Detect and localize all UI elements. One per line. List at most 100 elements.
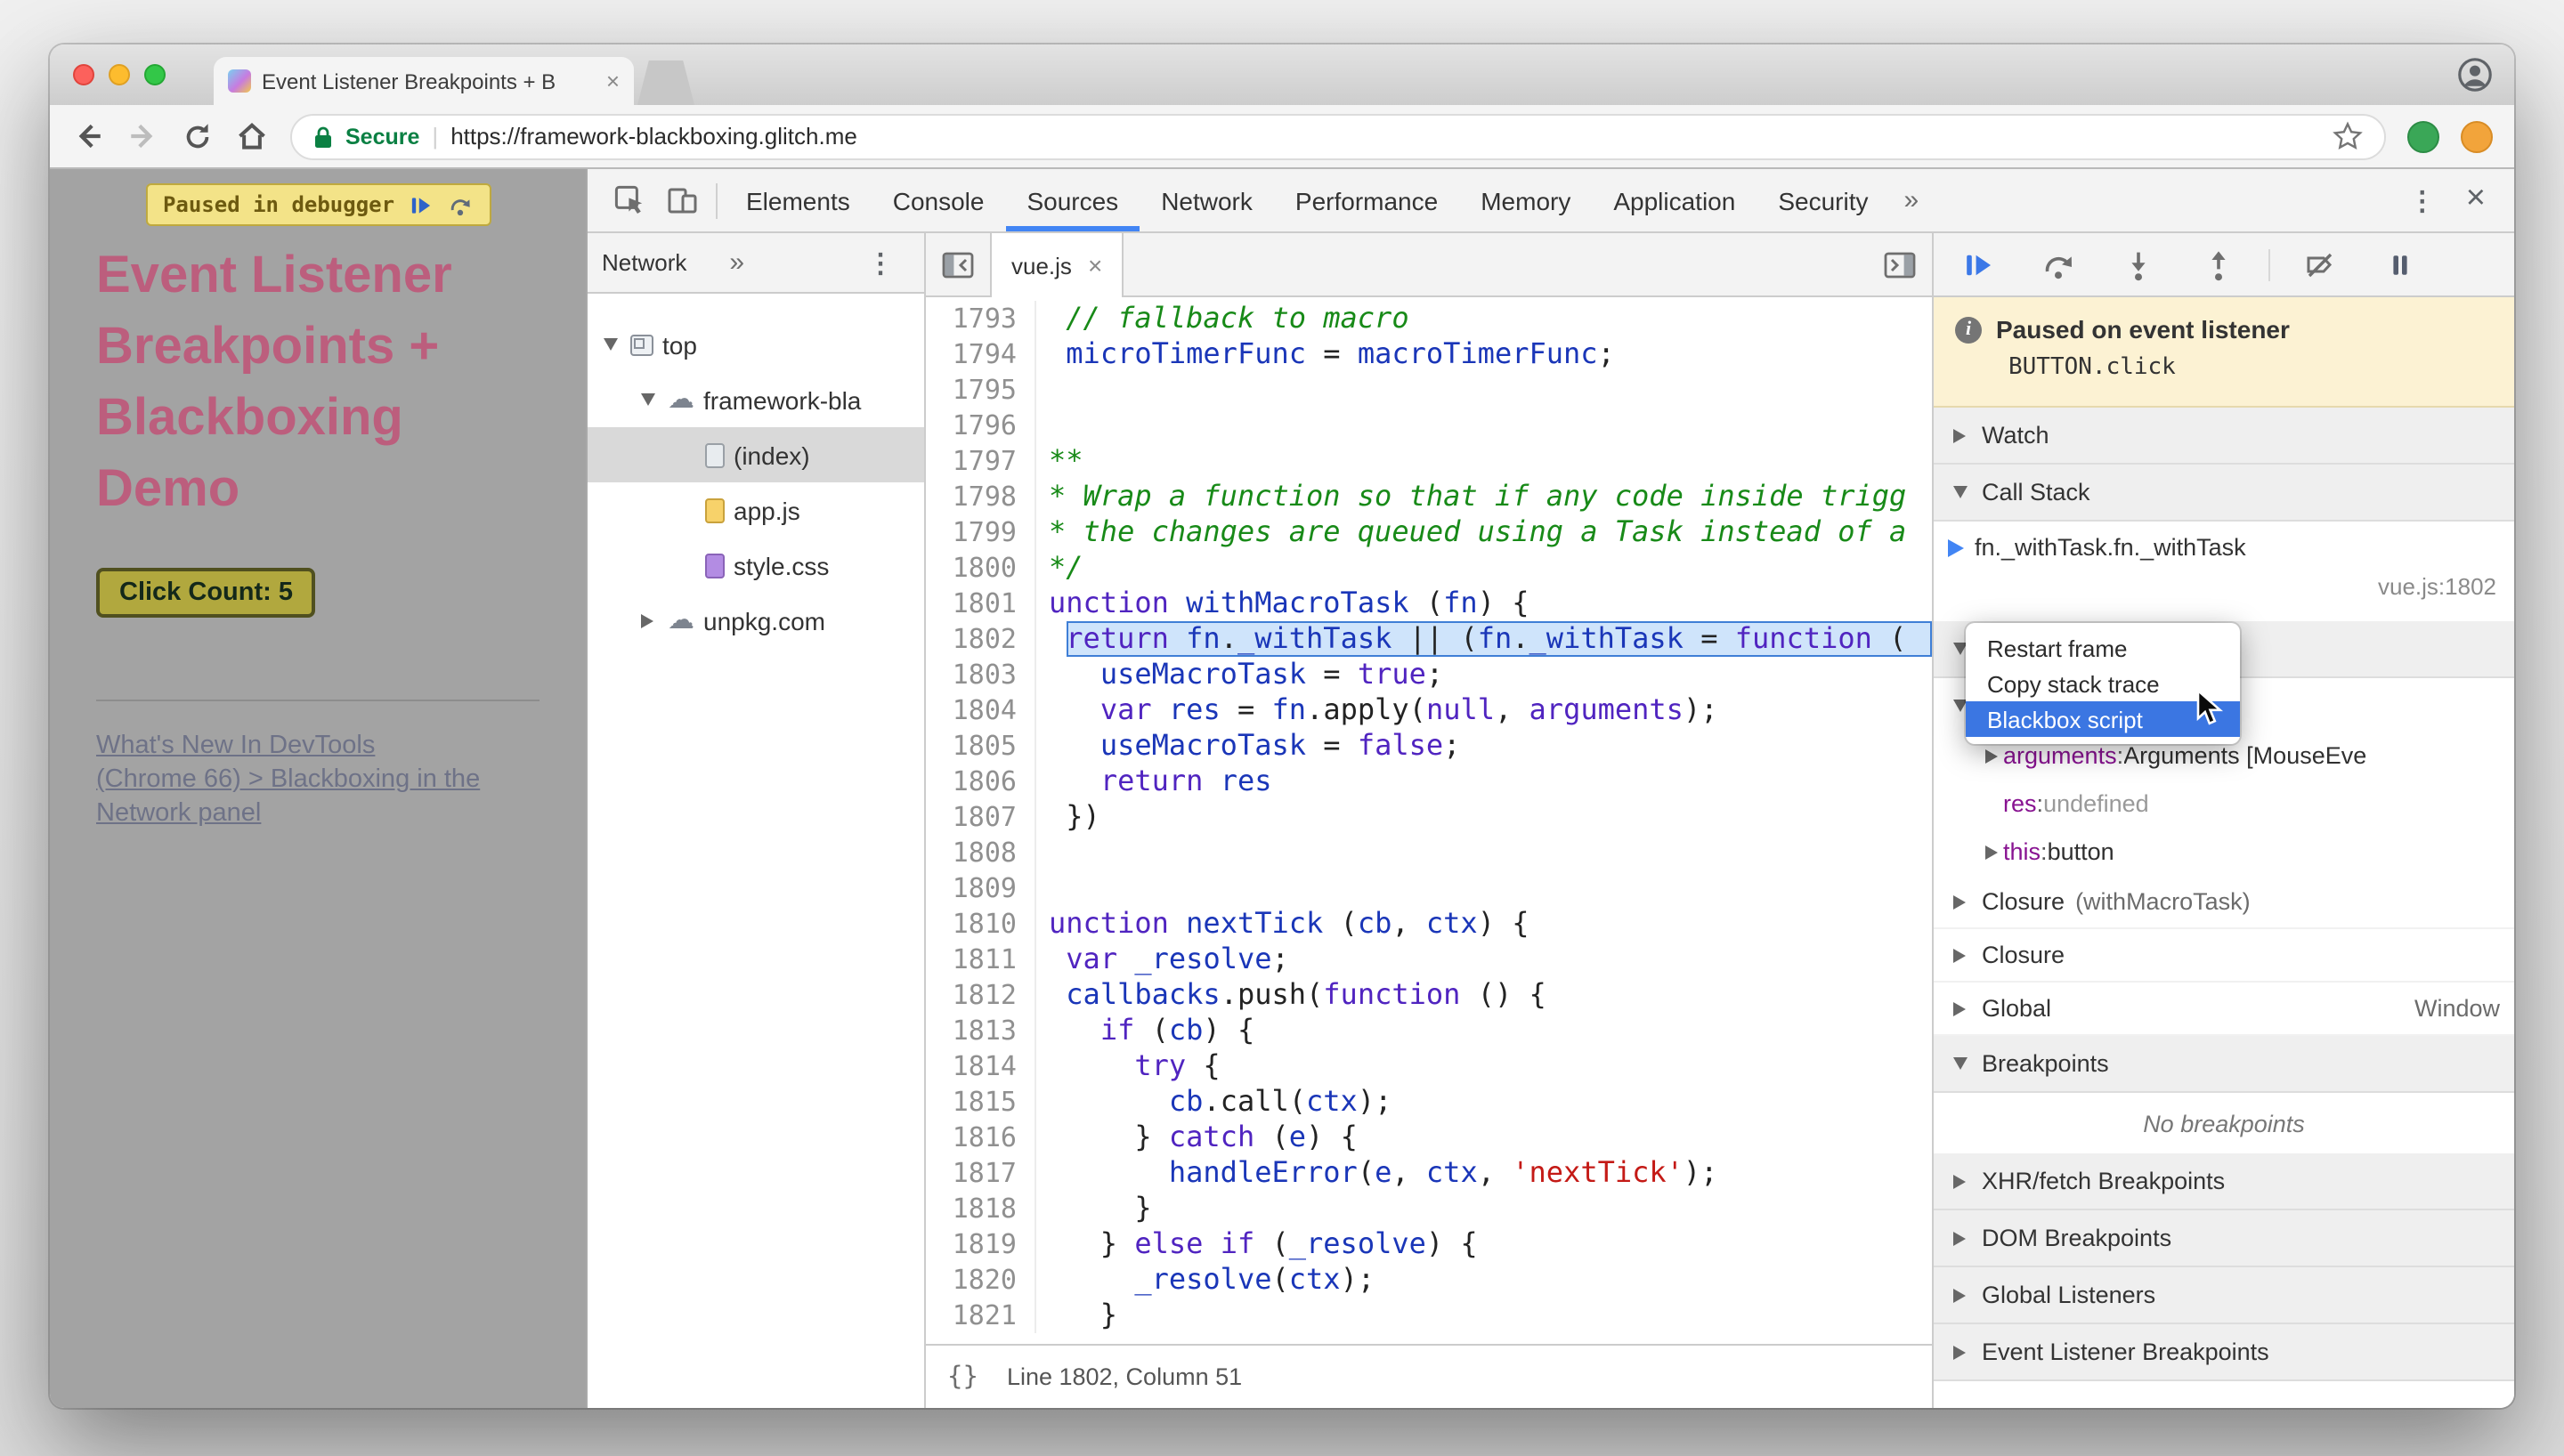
code-line[interactable]: 1813 if (cb) {	[926, 1013, 1932, 1048]
line-number[interactable]: 1798	[926, 479, 1036, 514]
tab-close-icon[interactable]: ×	[606, 68, 620, 94]
tree-item-unpkg-com[interactable]: ☁ unpkg.com	[588, 593, 924, 648]
code-line[interactable]: 1812 callbacks .push(function () {	[926, 977, 1932, 1013]
code-line[interactable]: 1821 }	[926, 1298, 1932, 1333]
toggle-debugger-sidebar-icon[interactable]	[1868, 233, 1932, 295]
code-line[interactable]: 1798 * Wrap a function so that if any cod…	[926, 479, 1932, 514]
line-number[interactable]: 1813	[926, 1013, 1036, 1048]
banner-step-over-icon[interactable]	[446, 193, 473, 216]
code-line[interactable]: 1811 var _resolve;	[926, 942, 1932, 977]
section-xhr-fetch-breakpoints[interactable]: XHR/fetch Breakpoints	[1934, 1153, 2514, 1210]
more-tabs-icon[interactable]: »	[1890, 185, 1934, 215]
link-line[interactable]: (Chrome 66) > Blackboxing in the	[96, 764, 540, 797]
bookmark-star-icon[interactable]	[2333, 121, 2363, 151]
window-close-button[interactable]	[73, 64, 94, 85]
section-breakpoints[interactable]: Breakpoints	[1934, 1036, 2514, 1093]
code-line[interactable]: 1815 cb .call(ctx);	[926, 1084, 1932, 1120]
code-line[interactable]: 1796	[926, 408, 1932, 443]
devtools-tab-elements[interactable]: Elements	[725, 169, 872, 231]
line-number[interactable]: 1801	[926, 586, 1036, 621]
code-line[interactable]: 1801 unction withMacroTask (fn) {	[926, 586, 1932, 621]
code-line[interactable]: 1810 unction nextTick (cb, ctx) {	[926, 906, 1932, 942]
tree-item-framework-bla[interactable]: ☁ framework-bla	[588, 372, 924, 427]
code-line[interactable]: 1800 */	[926, 550, 1932, 586]
code-line[interactable]: 1818 }	[926, 1191, 1932, 1226]
code-line[interactable]: 1820 _resolve(ctx);	[926, 1262, 1932, 1298]
line-number[interactable]: 1802	[926, 621, 1036, 657]
tree-item-top[interactable]: top	[588, 317, 924, 372]
code-line[interactable]: 1805 useMacroTask = false;	[926, 728, 1932, 764]
line-number[interactable]: 1812	[926, 977, 1036, 1013]
code-line[interactable]: 1799 * the changes are queued using a Tas…	[926, 514, 1932, 550]
expand-icon[interactable]	[1980, 845, 2003, 859]
navigator-menu-icon[interactable]: ⋮	[851, 247, 910, 279]
navigator-tab-network[interactable]: Network	[602, 249, 686, 276]
line-number[interactable]: 1799	[926, 514, 1036, 550]
line-number[interactable]: 1796	[926, 408, 1036, 443]
tree-item-index[interactable]: (index)	[588, 427, 924, 482]
code-line[interactable]: 1808	[926, 835, 1932, 870]
devtools-tab-security[interactable]: Security	[1757, 169, 1889, 231]
reload-button[interactable]	[182, 120, 214, 152]
url-text[interactable]: https://framework-blackboxing.glitch.me	[450, 123, 2320, 150]
code-line[interactable]: 1809	[926, 870, 1932, 906]
devtools-tab-application[interactable]: Application	[1592, 169, 1757, 231]
line-number[interactable]: 1800	[926, 550, 1036, 586]
step-into-button[interactable]	[2122, 248, 2154, 280]
line-number[interactable]: 1808	[926, 835, 1036, 870]
resume-button[interactable]	[1962, 248, 1994, 280]
expand-icon[interactable]	[1980, 748, 2003, 763]
navigator-more-tabs-icon[interactable]: »	[715, 247, 759, 278]
code-line[interactable]: 1819 } else if (_resolve) {	[926, 1226, 1932, 1262]
step-out-button[interactable]	[2203, 248, 2235, 280]
scope-closure[interactable]: Closure	[1934, 929, 2514, 983]
code-line[interactable]: 1795	[926, 372, 1932, 408]
code-line[interactable]: 1814 try {	[926, 1048, 1932, 1084]
device-toolbar-icon[interactable]	[655, 169, 709, 231]
toggle-navigator-icon[interactable]	[926, 233, 990, 295]
devtools-menu-icon[interactable]: ⋮	[2393, 184, 2452, 216]
step-over-button[interactable]	[2042, 248, 2074, 280]
line-number[interactable]: 1816	[926, 1120, 1036, 1155]
link-line[interactable]: Network panel	[96, 797, 540, 831]
new-tab-button[interactable]	[637, 61, 694, 105]
tree-item-style-css[interactable]: style.css	[588, 538, 924, 593]
line-number[interactable]: 1803	[926, 657, 1036, 692]
line-number[interactable]: 1818	[926, 1191, 1036, 1226]
devtools-tab-performance[interactable]: Performance	[1274, 169, 1459, 231]
tree-item-app-js[interactable]: app.js	[588, 482, 924, 538]
home-button[interactable]	[235, 119, 269, 153]
scope-closure[interactable]: Closure (withMacroTask)	[1934, 876, 2514, 929]
section-watch[interactable]: Watch	[1934, 408, 2514, 465]
devtools-close-icon[interactable]: ×	[2452, 179, 2500, 222]
line-number[interactable]: 1804	[926, 692, 1036, 728]
inspect-element-icon[interactable]	[602, 169, 655, 231]
address-bar[interactable]: Secure | https://framework-blackboxing.g…	[290, 113, 2386, 159]
code-line[interactable]: 1794 microTimerFunc = macroTimerFunc;	[926, 336, 1932, 372]
frame-location[interactable]: vue.js:1802	[1948, 573, 2496, 600]
tree-expand-icon[interactable]	[636, 393, 659, 406]
line-number[interactable]: 1817	[926, 1155, 1036, 1191]
call-stack-frame[interactable]: fn._withTask.fn._withTask vue.js:1802	[1934, 522, 2514, 621]
forward-button[interactable]	[126, 119, 160, 153]
devtools-tab-sources[interactable]: Sources	[1005, 169, 1140, 231]
editor-tab-close-icon[interactable]: ×	[1088, 251, 1102, 279]
line-number[interactable]: 1815	[926, 1084, 1036, 1120]
devtools-tab-memory[interactable]: Memory	[1459, 169, 1592, 231]
line-number[interactable]: 1810	[926, 906, 1036, 942]
click-count-button[interactable]: Click Count: 5	[96, 568, 316, 618]
extension-icon[interactable]	[2407, 120, 2439, 152]
page-link[interactable]: What's New In DevTools (Chrome 66) > Blac…	[96, 730, 540, 831]
code-line[interactable]: 1816 } catch (e) {	[926, 1120, 1932, 1155]
menu-item-restart-frame[interactable]: Restart frame	[1966, 630, 2240, 666]
line-number[interactable]: 1805	[926, 728, 1036, 764]
browser-tab[interactable]: Event Listener Breakpoints + B ×	[214, 57, 634, 105]
line-number[interactable]: 1814	[926, 1048, 1036, 1084]
window-minimize-button[interactable]	[109, 64, 130, 85]
pretty-print-icon[interactable]: {}	[947, 1363, 978, 1391]
code-line[interactable]: 1797 **	[926, 443, 1932, 479]
link-line[interactable]: What's New In DevTools	[96, 730, 540, 764]
devtools-tab-console[interactable]: Console	[872, 169, 1006, 231]
browser-menu-update-icon[interactable]	[2461, 120, 2493, 152]
scope-global[interactable]: Global Window	[1934, 983, 2514, 1036]
